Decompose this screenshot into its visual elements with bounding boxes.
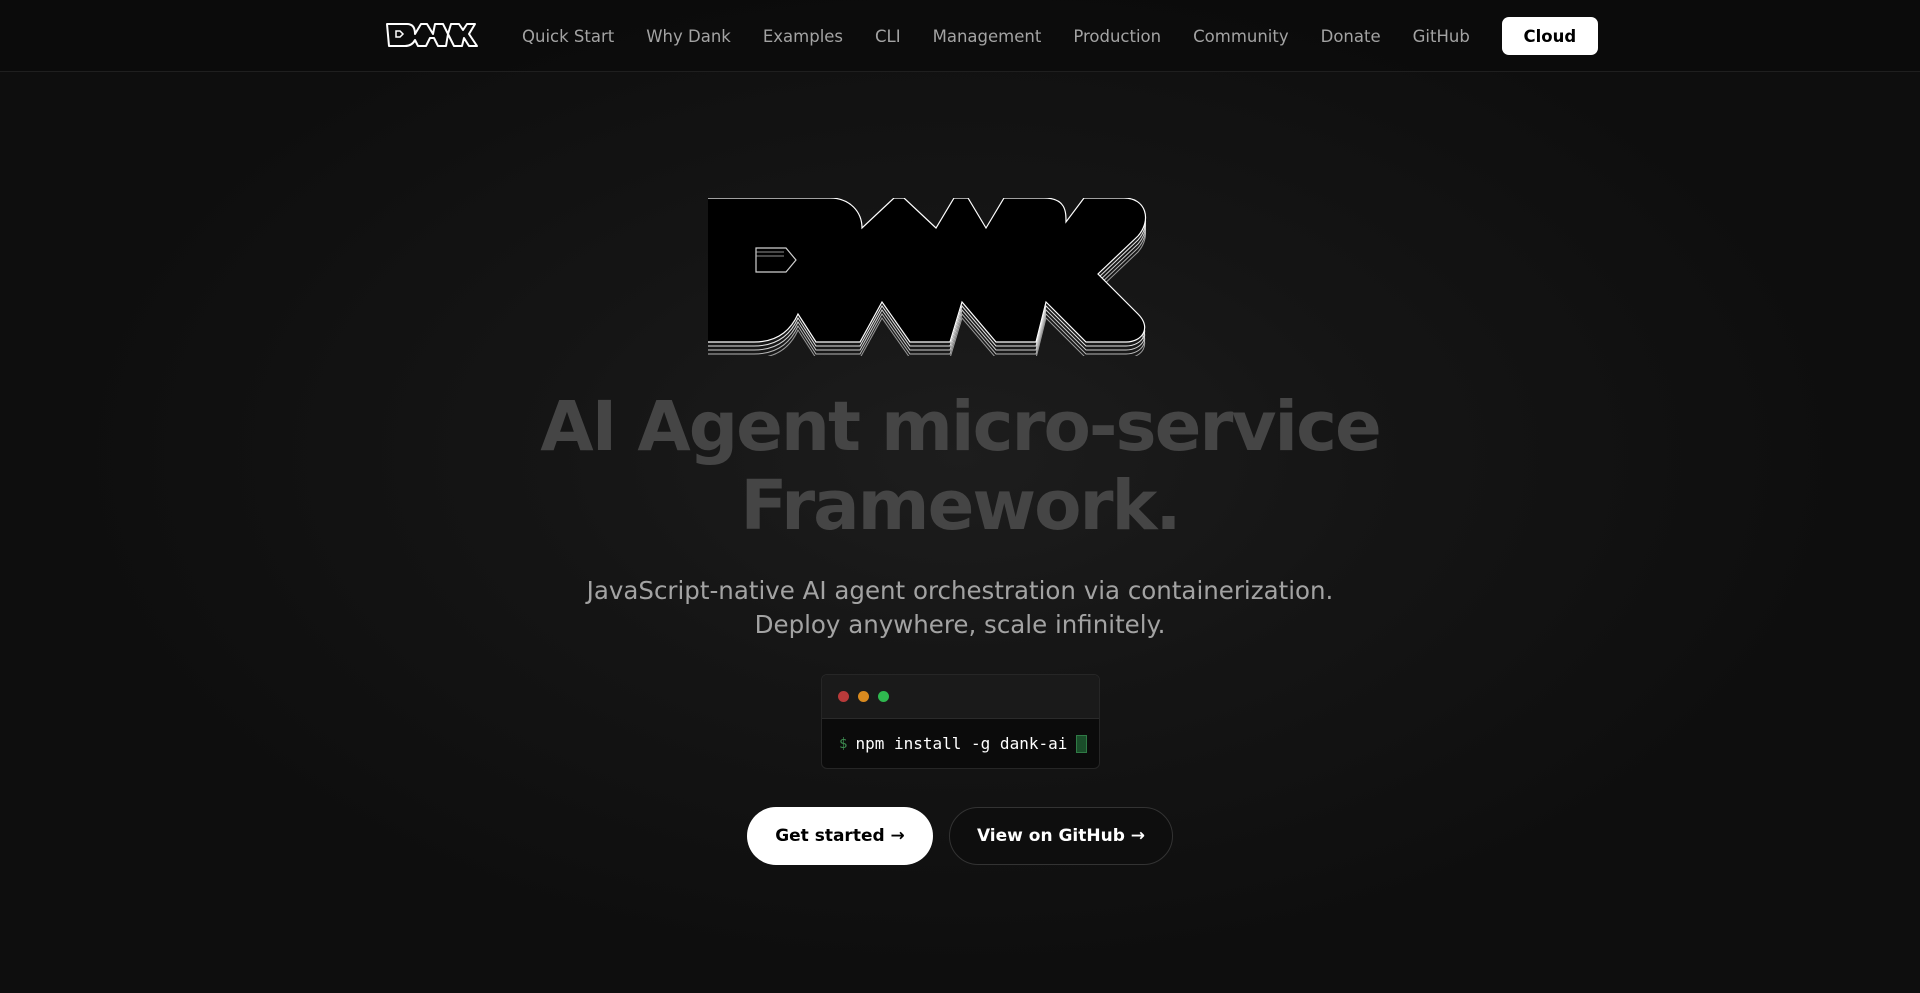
dank-logo-icon[interactable] <box>383 18 489 54</box>
nav-link-community[interactable]: Community <box>1193 27 1289 46</box>
hero-subheading: JavaScript-native AI agent orchestration… <box>0 574 1920 642</box>
terminal-close-dot-icon <box>838 691 849 702</box>
top-navigation-bar: Quick Start Why Dank Examples CLI Manage… <box>0 0 1920 72</box>
hero-subheading-line2: Deploy anywhere, scale infinitely. <box>754 610 1166 639</box>
terminal-minimize-dot-icon <box>858 691 869 702</box>
terminal-command-line[interactable]: $ npm install -g dank-ai <box>822 719 1099 768</box>
get-started-button[interactable]: Get started → <box>747 807 933 865</box>
terminal-prompt: $ <box>839 735 848 752</box>
main-nav: Quick Start Why Dank Examples CLI Manage… <box>383 17 1598 55</box>
nav-link-why-dank[interactable]: Why Dank <box>646 27 731 46</box>
nav-link-cli[interactable]: CLI <box>875 27 901 46</box>
nav-link-examples[interactable]: Examples <box>763 27 843 46</box>
dank-hero-logo-icon <box>708 198 1147 356</box>
hero-headline-line2: Framework. <box>740 466 1181 546</box>
nav-link-production[interactable]: Production <box>1073 27 1161 46</box>
hero-headline: AI Agent micro-service Framework. <box>0 388 1920 546</box>
terminal-cursor-icon <box>1076 734 1088 753</box>
terminal-title-bar <box>822 675 1099 719</box>
terminal-command[interactable]: npm install -g dank-ai <box>855 734 1067 753</box>
view-on-github-button[interactable]: View on GitHub → <box>949 807 1173 865</box>
terminal-maximize-dot-icon <box>878 691 889 702</box>
hero-subheading-line1: JavaScript-native AI agent orchestration… <box>586 576 1334 605</box>
nav-link-quick-start[interactable]: Quick Start <box>522 27 614 46</box>
hero-headline-line1: AI Agent micro-service <box>540 387 1382 467</box>
install-terminal: $ npm install -g dank-ai <box>821 674 1100 769</box>
nav-link-donate[interactable]: Donate <box>1321 27 1381 46</box>
nav-link-github[interactable]: GitHub <box>1413 27 1470 46</box>
cloud-button[interactable]: Cloud <box>1501 17 1598 55</box>
nav-link-management[interactable]: Management <box>933 27 1042 46</box>
